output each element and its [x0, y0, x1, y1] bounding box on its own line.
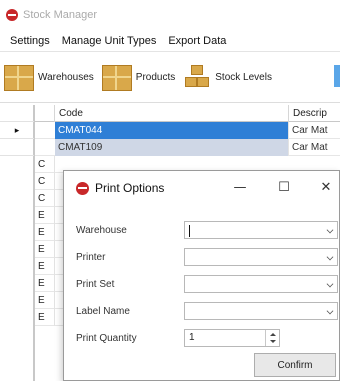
warehouse-dropdown[interactable]	[184, 221, 338, 239]
grid-row-headers: ▸	[0, 105, 34, 381]
print-set-row: Print Set	[64, 275, 340, 297]
warehouse-row: Warehouse	[64, 221, 340, 243]
dialog-title: Print Options	[95, 181, 165, 195]
toolbar: Warehouses Products Stock Levels	[0, 53, 340, 103]
chevron-down-icon[interactable]	[326, 307, 334, 315]
menu-manage-unit-types[interactable]: Manage Unit Types	[56, 35, 163, 47]
cell-partial[interactable]: E	[35, 241, 55, 258]
cell-description[interactable]: Car Mat	[289, 122, 340, 139]
confirm-button[interactable]: Confirm	[254, 353, 336, 377]
decrement-arrow-icon[interactable]	[270, 340, 276, 343]
text-cursor	[189, 225, 190, 237]
label-name-dropdown[interactable]	[184, 302, 338, 320]
cell-partial[interactable]: E	[35, 207, 55, 224]
products-label: Products	[135, 72, 176, 83]
cell-partial[interactable]: C	[35, 190, 55, 207]
minimize-icon[interactable]: —	[232, 180, 248, 196]
printer-row: Printer	[64, 248, 340, 270]
stepper-buttons	[265, 330, 279, 346]
print-quantity-stepper[interactable]: 1	[184, 329, 280, 347]
stock-levels-button[interactable]: Stock Levels	[183, 64, 272, 91]
print-quantity-label: Print Quantity	[76, 333, 137, 344]
menu-settings[interactable]: Settings	[4, 35, 56, 47]
current-row-indicator-icon[interactable]: ▸	[0, 122, 34, 139]
app-logo-icon	[76, 181, 89, 195]
warehouses-label: Warehouses	[38, 72, 94, 83]
warehouses-button[interactable]: Warehouses	[4, 64, 94, 91]
table-row[interactable]: CMAT109 Car Mat	[35, 139, 340, 156]
products-button[interactable]: Products	[101, 64, 176, 91]
print-set-label: Print Set	[76, 279, 115, 290]
print-quantity-value[interactable]: 1	[189, 332, 195, 343]
label-name-label: Label Name	[76, 306, 130, 317]
cell-partial[interactable]: E	[35, 292, 55, 309]
row-header[interactable]	[0, 139, 34, 156]
print-quantity-row: Print Quantity 1	[64, 329, 340, 351]
row-header-corner	[0, 105, 34, 122]
column-header-code[interactable]: Code	[55, 105, 289, 122]
chevron-down-icon[interactable]	[326, 280, 334, 288]
cell-partial[interactable]: E	[35, 309, 55, 326]
stock-levels-label: Stock Levels	[215, 72, 272, 83]
warehouse-label: Warehouse	[76, 225, 127, 236]
toolbar-overflow-icon[interactable]	[334, 65, 340, 87]
cell-partial[interactable]: C	[35, 173, 55, 190]
app-titlebar: Stock Manager	[0, 0, 340, 30]
chevron-down-icon[interactable]	[326, 253, 334, 261]
cell-partial[interactable]: E	[35, 224, 55, 241]
cell-partial[interactable]: E	[35, 258, 55, 275]
grid-header-row: Code Descrip	[35, 105, 340, 122]
cell-code[interactable]: CMAT109	[55, 139, 289, 156]
increment-arrow-icon[interactable]	[270, 333, 276, 336]
grid-header-spacer	[35, 105, 55, 122]
close-icon[interactable]: ✕	[318, 180, 334, 196]
printer-label: Printer	[76, 252, 106, 263]
print-options-dialog: Print Options — ☐ ✕ Warehouse Printer Pr…	[63, 170, 340, 381]
product-box-icon	[101, 64, 132, 91]
cell-partial[interactable]: C	[35, 156, 55, 173]
label-name-row: Label Name	[64, 302, 340, 324]
chevron-down-icon[interactable]	[326, 226, 334, 234]
printer-dropdown[interactable]	[184, 248, 338, 266]
menu-bar: Settings Manage Unit Types Export Data	[0, 30, 340, 52]
stacked-boxes-icon	[183, 64, 211, 91]
maximize-icon[interactable]: ☐	[276, 180, 292, 196]
column-header-description[interactable]: Descrip	[289, 105, 340, 122]
app-title: Stock Manager	[23, 9, 97, 21]
cell-partial[interactable]: E	[35, 275, 55, 292]
cell-description[interactable]: Car Mat	[289, 139, 340, 156]
print-set-dropdown[interactable]	[184, 275, 338, 293]
app-logo-icon	[6, 9, 18, 21]
dialog-titlebar[interactable]: Print Options	[64, 171, 340, 205]
menu-export-data[interactable]: Export Data	[162, 35, 232, 47]
table-row[interactable]: CMAT044 Car Mat	[35, 122, 340, 139]
warehouse-box-icon	[4, 64, 34, 91]
cell-code[interactable]: CMAT044	[55, 122, 289, 139]
